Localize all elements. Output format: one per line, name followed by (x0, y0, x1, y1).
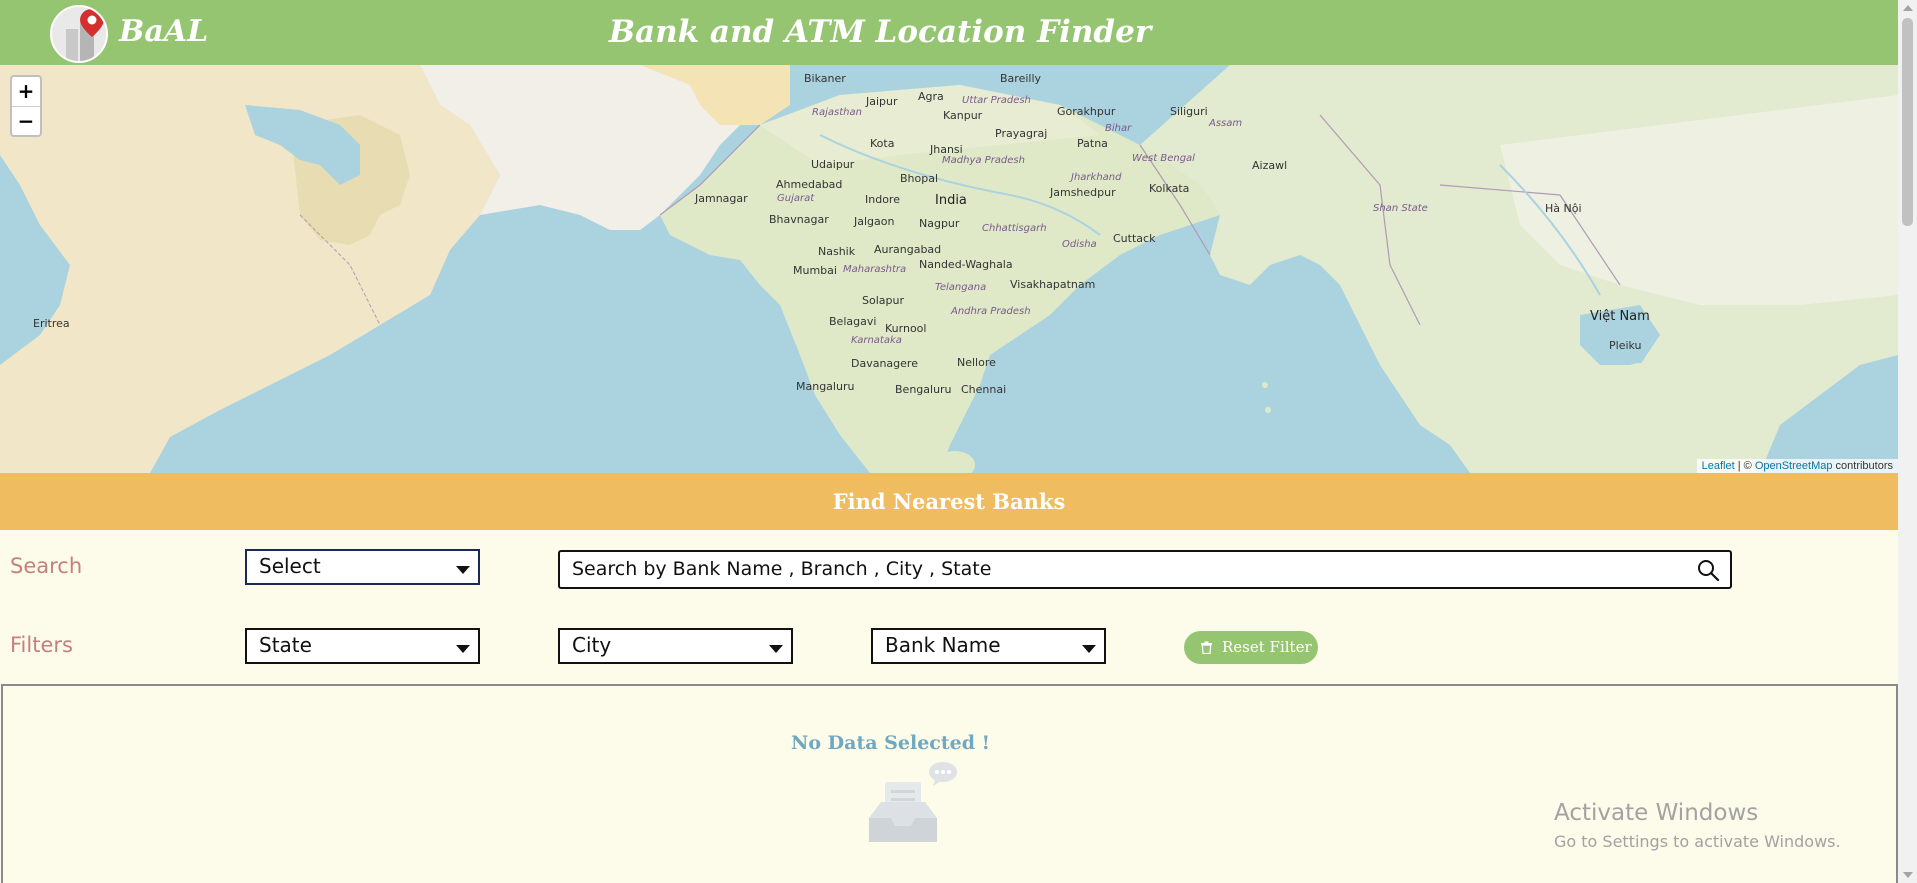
map-label: Prayagraj (995, 127, 1048, 140)
map-label: Jaipur (866, 95, 898, 108)
map-label: Agra (918, 90, 944, 103)
map-label: Nashik (818, 245, 856, 258)
map-label: Chennai (961, 383, 1007, 396)
search-input[interactable]: Search by Bank Name , Branch , City , St… (558, 550, 1732, 589)
map-label: Jamshedpur (1050, 186, 1116, 199)
bank-filter-value: Bank Name (885, 633, 1001, 657)
scroll-down-arrow-icon[interactable] (1903, 872, 1913, 878)
watermark-title: Activate Windows (1554, 800, 1759, 826)
zoom-control: + − (10, 75, 42, 137)
map-label: Bareilly (1000, 72, 1042, 85)
search-placeholder: Search by Bank Name , Branch , City , St… (572, 558, 992, 580)
map-label: Jalgaon (854, 215, 895, 228)
map-label: Gorakhpur (1057, 105, 1116, 118)
map-label: India (935, 193, 967, 208)
map-label: Assam (1209, 118, 1243, 129)
city-filter-value: City (572, 633, 612, 657)
map-label: Nagpur (919, 217, 960, 230)
map-label: Andhra Pradesh (951, 306, 1031, 317)
map-label: Maharashtra (843, 264, 907, 275)
bank-filter-select[interactable]: Bank Name (871, 628, 1106, 664)
map[interactable]: Bikaner Bareilly Agra Jaipur Uttar Prade… (0, 65, 1898, 473)
map-label: Solapur (862, 294, 904, 307)
filters-label: Filters (10, 633, 73, 657)
inbox-icon (869, 762, 957, 842)
search-type-value: Select (259, 554, 321, 578)
map-label: Bhavnagar (769, 213, 829, 226)
scroll-up-arrow-icon[interactable] (1903, 5, 1913, 11)
caret-down-icon (456, 566, 470, 574)
map-label: Jharkhand (1071, 172, 1122, 183)
zoom-in-button[interactable]: + (12, 77, 40, 106)
map-label: Bengaluru (895, 383, 952, 396)
map-label: Visakhapatnam (1010, 278, 1096, 291)
search-label: Search (10, 554, 83, 578)
map-label: Bihar (1105, 123, 1132, 134)
map-label: Ahmedabad (776, 178, 843, 191)
attribution-suffix: contributors (1832, 460, 1893, 472)
section-title: Find Nearest Banks (0, 473, 1898, 530)
scrollbar-thumb[interactable] (1902, 18, 1913, 226)
map-label: Patna (1077, 137, 1108, 150)
app: BaAL Bank and ATM Location Finder Bikane… (0, 0, 1917, 883)
page-title: Bank and ATM Location Finder (608, 14, 1152, 50)
city-filter-select[interactable]: City (558, 628, 793, 664)
trash-icon (1201, 641, 1212, 654)
map-label: Davanagere (851, 357, 918, 370)
osm-link[interactable]: OpenStreetMap (1755, 460, 1833, 472)
map-label: Kota (870, 137, 895, 150)
map-label: Uttar Pradesh (962, 95, 1031, 106)
state-filter-value: State (259, 633, 312, 657)
header-bar: BaAL Bank and ATM Location Finder (0, 0, 1898, 65)
search-icon[interactable] (1696, 558, 1720, 582)
leaflet-link[interactable]: Leaflet (1702, 460, 1735, 472)
state-filter-select[interactable]: State (245, 628, 480, 664)
caret-down-icon (769, 645, 783, 653)
map-label: Chhattisgarh (982, 223, 1047, 234)
reset-filter-label: Reset Filter (1222, 638, 1312, 656)
map-label: Odisha (1062, 239, 1097, 250)
map-label: Siliguri (1170, 105, 1208, 118)
map-label: Karnataka (851, 335, 902, 346)
map-label: Bhopal (900, 172, 939, 185)
caret-down-icon (1082, 645, 1096, 653)
reset-filter-button[interactable]: Reset Filter (1184, 631, 1318, 664)
map-label: Bikaner (804, 72, 846, 85)
map-label: Kolkata (1149, 182, 1190, 195)
map-label: Cuttack (1113, 232, 1156, 245)
map-label: Jamnagar (695, 192, 748, 205)
map-label: Belagavi (829, 315, 877, 328)
map-label: Gujarat (777, 193, 815, 204)
map-label: Udaipur (811, 158, 855, 171)
map-label: Kanpur (943, 109, 983, 122)
map-label: Rajasthan (812, 107, 862, 118)
search-type-select[interactable]: Select (245, 549, 480, 585)
map-label: Madhya Pradesh (942, 155, 1025, 166)
map-label: Nanded-Waghala (919, 258, 1013, 271)
map-label: Shan State (1373, 203, 1428, 214)
results-panel: No Data Selected ! (1, 684, 1898, 883)
map-label: Nellore (957, 356, 996, 369)
map-label: Hà Nội (1545, 202, 1582, 215)
zoom-out-button[interactable]: − (12, 106, 40, 135)
watermark-subtitle: Go to Settings to activate Windows. (1554, 832, 1841, 851)
map-attribution: Leaflet | © OpenStreetMap contributors (1696, 459, 1898, 473)
map-label: Eritrea (33, 317, 70, 330)
attribution-separator: | © (1734, 460, 1755, 472)
map-label: West Bengal (1132, 153, 1195, 164)
map-label: Pleiku (1609, 339, 1642, 352)
empty-state-text: No Data Selected ! (791, 732, 990, 754)
scrollbar[interactable] (1898, 0, 1917, 883)
map-label: Aurangabad (874, 243, 942, 256)
map-label: Aizawl (1252, 159, 1288, 172)
map-label: Indore (865, 193, 900, 206)
map-label: Mumbai (793, 264, 837, 277)
caret-down-icon (456, 645, 470, 653)
map-label: Kurnool (885, 322, 927, 335)
map-label: Mangaluru (796, 380, 855, 393)
map-label: Telangana (935, 282, 987, 293)
map-label: Việt Nam (1590, 309, 1650, 324)
